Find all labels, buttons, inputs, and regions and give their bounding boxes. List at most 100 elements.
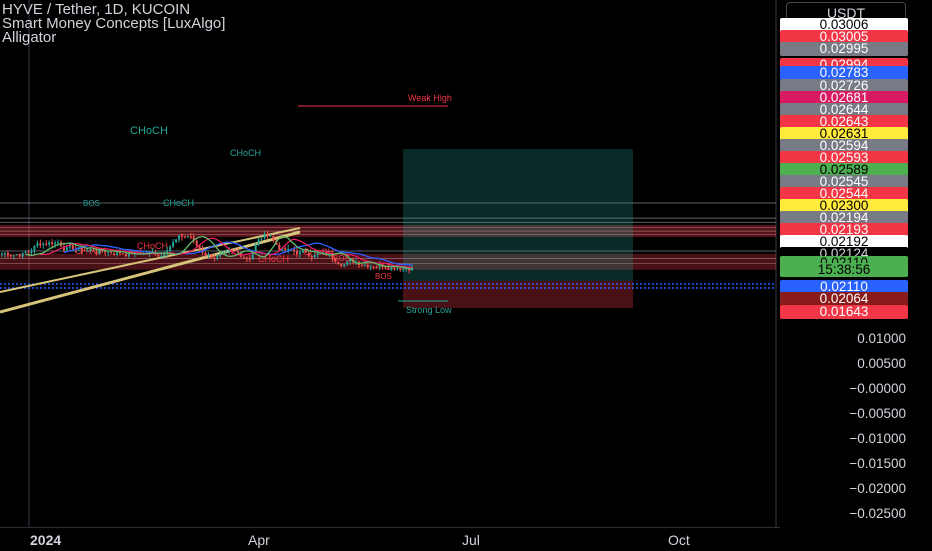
candle-body — [301, 250, 304, 253]
candle-body — [51, 242, 54, 244]
candle-body — [89, 249, 92, 251]
candle-body — [313, 255, 316, 258]
candle-body — [316, 253, 319, 256]
x-tick-label: Jul — [462, 532, 480, 548]
candle-body — [21, 252, 24, 257]
candle-body — [225, 250, 228, 252]
candle-body — [254, 244, 257, 252]
candle-body — [372, 266, 375, 268]
x-tick-label: Apr — [248, 532, 270, 548]
candle-body — [172, 242, 175, 247]
candle-body — [396, 268, 399, 270]
price-tag: 0.02995 — [780, 42, 908, 56]
candle-body — [310, 255, 313, 258]
y-tick-label: −0.00500 — [849, 406, 906, 421]
candle-body — [175, 239, 178, 243]
candle-body — [95, 251, 98, 254]
candle-body — [263, 233, 266, 239]
bos-label: BOS — [375, 272, 392, 281]
choch-label: CHoCH — [258, 254, 289, 264]
choch-label: CHoCH — [230, 148, 261, 158]
candle-body — [393, 267, 396, 270]
candle-body — [337, 261, 340, 265]
candle-body — [39, 243, 42, 246]
candle-body — [57, 242, 60, 244]
y-tick-label: −0.00000 — [849, 381, 906, 396]
y-tick-label: 0.01000 — [857, 331, 906, 346]
y-tick-label: 0.00500 — [857, 356, 906, 371]
x-tick-label: Oct — [668, 532, 690, 548]
chart-pane[interactable]: Weak High Strong Low CHoCH CHoCH CHoCH CHoCH C… — [0, 0, 780, 527]
candle-body — [92, 249, 95, 252]
candle-body — [86, 250, 89, 252]
candle-body — [83, 250, 86, 252]
y-tick-label: −0.02500 — [849, 506, 906, 521]
candle-body — [366, 264, 369, 267]
candle-body — [6, 253, 9, 256]
candle-body — [248, 258, 251, 260]
candle-body — [307, 252, 310, 256]
y-tick-label: −0.02000 — [849, 481, 906, 496]
candle-body — [343, 264, 346, 267]
candle-body — [180, 235, 183, 237]
candle-body — [169, 246, 172, 251]
y-tick-label: −0.01000 — [849, 431, 906, 446]
candle-body — [399, 268, 402, 270]
candle-body — [298, 252, 301, 255]
candle-body — [9, 255, 12, 257]
supply-zone — [0, 224, 776, 237]
weak-high-label: Weak High — [408, 93, 452, 103]
candle-body — [237, 251, 239, 253]
y-tick-label: −0.01500 — [849, 456, 906, 471]
candle-body — [157, 254, 160, 257]
candle-body — [18, 254, 21, 257]
price-axis[interactable]: USDT 0.03006 0.03005 0.02995 0.02994 0.02783… — [780, 0, 932, 550]
candle-body — [45, 243, 48, 245]
strong-low-label: Strong Low — [406, 305, 452, 315]
candle-body — [189, 236, 192, 238]
candle-body — [186, 236, 189, 238]
candle-body — [269, 235, 272, 237]
choch-label: CHoCH — [163, 198, 194, 208]
candle-body — [360, 264, 363, 266]
candle-body — [234, 250, 237, 252]
candle-body — [260, 238, 263, 240]
candle-body — [402, 268, 405, 270]
candle-body — [210, 254, 213, 258]
profit-zone — [403, 149, 633, 281]
candle-body — [304, 250, 307, 253]
choch-label: CHoCH — [130, 125, 168, 137]
candle-body — [30, 250, 33, 253]
candle-body — [42, 243, 45, 246]
candle-body — [121, 253, 124, 255]
bos-label: BOS — [83, 199, 100, 208]
price-tag: 0.01643 — [780, 305, 908, 319]
candle-body — [24, 252, 27, 254]
loss-zone — [403, 281, 633, 308]
time-axis[interactable]: 2024 Apr Jul Oct — [0, 527, 780, 551]
price-chart[interactable]: Weak HighStrong LowCHoCHCHoCHCHoCH CHoCHC… — [0, 0, 780, 527]
candle-body — [113, 253, 116, 255]
candle-body — [272, 235, 275, 241]
countdown-tag: 15:38:56 — [780, 263, 908, 277]
candle-body — [245, 257, 248, 259]
candle-body — [213, 257, 216, 259]
candle-body — [15, 254, 18, 256]
candle-body — [257, 239, 260, 245]
candle-body — [160, 255, 163, 257]
candle-body — [33, 245, 36, 251]
candle-body — [216, 256, 219, 259]
candle-body — [116, 252, 119, 255]
indicator-alligator-label[interactable]: Alligator — [2, 30, 56, 46]
candle-body — [284, 248, 287, 251]
candle-body — [387, 267, 390, 270]
candle-body — [1, 253, 3, 255]
candle-body — [65, 247, 68, 251]
candle-body — [369, 266, 372, 268]
candle-body — [12, 255, 15, 257]
candle-body — [375, 267, 378, 269]
candle-body — [293, 249, 296, 252]
candle-body — [266, 233, 269, 237]
candle-body — [390, 267, 393, 270]
candle-body — [195, 240, 198, 246]
